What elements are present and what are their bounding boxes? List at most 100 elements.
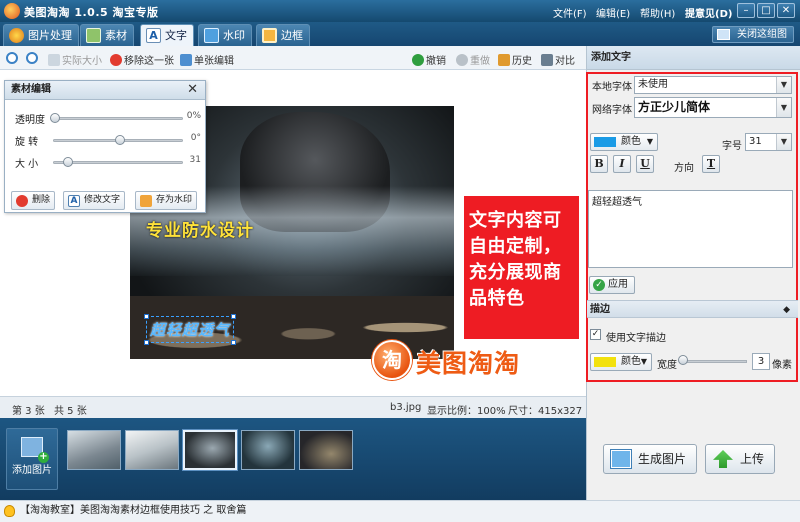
italic-button[interactable]: I (613, 155, 631, 173)
tips-text: 【淘淘教室】美图淘淘素材边框使用技巧 之 取舍篇 (20, 505, 247, 516)
apply-button[interactable]: ✓ 应用 (589, 276, 635, 294)
minimize-button[interactable]: – (737, 3, 755, 18)
local-font-select[interactable]: 未使用 ▼ (634, 76, 792, 94)
single-edit-button[interactable]: 单张编辑 (180, 52, 234, 67)
upload-label: 上传 (740, 452, 765, 466)
stroke-section-header[interactable]: 描边 ◆ (587, 300, 798, 318)
web-font-value: 方正少儿简体 (638, 100, 711, 114)
resize-handle[interactable] (144, 340, 149, 345)
zoom-out-icon[interactable] (26, 52, 40, 65)
pixel-unit-label: 像素 (772, 360, 792, 371)
tab-label: 文字 (165, 29, 187, 42)
tab-text[interactable]: A 文字 (140, 24, 194, 46)
stroke-width-input[interactable]: 3 (752, 353, 770, 370)
text-color-button[interactable]: 颜色 ▼ (590, 133, 658, 151)
resize-handle[interactable] (231, 314, 237, 319)
overlay-text-waterproof[interactable]: 专业防水设计 (146, 216, 254, 241)
undo-button[interactable]: 撤销 (412, 52, 446, 67)
stroke-color-button[interactable]: 颜色 ▼ (590, 353, 652, 371)
close-group-button[interactable]: 关闭这组图 (712, 26, 794, 43)
tab-watermark[interactable]: 水印 (198, 24, 252, 46)
bold-button[interactable]: B (590, 155, 608, 173)
redo-label: 重做 (470, 56, 490, 67)
stroke-width-thumb[interactable] (678, 355, 688, 365)
close-window-button[interactable]: ✕ (777, 3, 795, 18)
text-content-input[interactable]: 超轻超透气 (588, 190, 793, 268)
web-font-label: 网络字体 (592, 105, 632, 116)
web-font-select[interactable]: 方正少儿简体 ▼ (634, 97, 792, 118)
watermark-icon (204, 28, 219, 43)
lightbulb-icon (4, 505, 15, 517)
add-text-title: 添加文字 (587, 46, 800, 70)
add-image-button[interactable]: 添加图片 (6, 428, 58, 490)
local-font-value: 未使用 (638, 79, 668, 90)
font-size-label: 字号 (722, 141, 742, 152)
status-bar: 第 3 张 共 5 张 b3.jpg 显示比例：100% 尺寸：415x327 (0, 396, 586, 418)
generate-image-button[interactable]: 生成图片 (603, 444, 698, 474)
material-edit-title: 素材编辑 (11, 84, 51, 95)
material-icon (86, 28, 101, 43)
tab-label: 图片处理 (28, 29, 72, 42)
save-watermark-label: 存为水印 (156, 195, 193, 205)
tab-label: 边框 (281, 29, 303, 42)
size-thumb[interactable] (63, 157, 73, 167)
local-font-label: 本地字体 (592, 82, 632, 93)
text-color-swatch (594, 137, 616, 147)
app-logo-icon (4, 3, 20, 19)
tab-border[interactable]: 边框 (256, 24, 310, 46)
chevron-down-icon: ▼ (776, 98, 791, 117)
menu-edit[interactable]: 编辑(E) (596, 5, 630, 20)
tab-material[interactable]: 素材 (80, 24, 134, 46)
remove-image-button[interactable]: 移除这一张 (110, 52, 174, 67)
tab-bar: 图片处理 素材 A 文字 水印 边框 关闭这组图 (0, 22, 800, 46)
stroke-color-label: 颜色 (621, 356, 641, 367)
tab-label: 素材 (105, 29, 127, 42)
rotate-thumb[interactable] (115, 135, 125, 145)
tips-bar[interactable]: 【淘淘教室】美图淘淘素材边框使用技巧 之 取舍篇 (0, 500, 800, 522)
resize-handle[interactable] (231, 340, 237, 345)
menu-feedback[interactable]: 提意见(D) (685, 5, 732, 20)
modify-text-button[interactable]: A 修改文字 (63, 191, 126, 210)
save-watermark-button[interactable]: 存为水印 (135, 191, 198, 210)
app-title: 美图淘淘 1.0.5 淘宝专版 (24, 6, 159, 19)
thumbnail-5[interactable] (299, 430, 353, 470)
actual-size-button[interactable]: 实际大小 (48, 52, 102, 67)
overlay-text-selected[interactable]: 超轻超透气 (144, 314, 237, 345)
use-stroke-checkbox[interactable]: ✓ (590, 329, 601, 340)
underline-button[interactable]: U (636, 155, 654, 173)
thumbnail-2[interactable] (125, 430, 179, 470)
stroke-width-label: 宽度 (657, 360, 677, 371)
edit-toolbar: 实际大小 移除这一张 单张编辑 撤销 重做 历史 对比 (0, 46, 586, 70)
frame-icon (262, 28, 277, 43)
delete-icon (16, 195, 28, 207)
history-button[interactable]: 历史 (498, 52, 532, 67)
font-size-select[interactable]: 31 ▼ (745, 133, 792, 151)
compare-button[interactable]: 对比 (541, 52, 575, 67)
tab-label: 水印 (223, 29, 245, 42)
menu-help[interactable]: 帮助(H) (640, 5, 675, 20)
tab-image-processing[interactable]: 图片处理 (3, 24, 79, 46)
direction-button[interactable]: T (702, 155, 720, 173)
opacity-value: 0% (186, 111, 201, 121)
opacity-slider[interactable] (53, 117, 183, 120)
chevron-down-icon: ▼ (646, 137, 653, 146)
image-size: 尺寸：415x327 (508, 406, 583, 417)
close-icon[interactable]: ✕ (187, 81, 198, 99)
maximize-button[interactable]: □ (757, 3, 775, 18)
stroke-width-slider[interactable] (681, 360, 747, 363)
stroke-section-title: 描边 (590, 304, 610, 315)
redo-button[interactable]: 重做 (456, 52, 490, 67)
thumbnail-4[interactable] (241, 430, 295, 470)
menu-file[interactable]: 文件(F) (553, 5, 587, 20)
size-value: 31 (189, 155, 201, 165)
size-slider-row: 大 小 31 (15, 155, 201, 170)
thumbnail-1[interactable] (67, 430, 121, 470)
thumbnail-3[interactable] (183, 430, 237, 470)
rotate-label: 旋 转 (15, 137, 39, 148)
modify-text-label: 修改文字 (84, 195, 121, 205)
resize-handle[interactable] (144, 314, 149, 319)
upload-button[interactable]: 上传 (705, 444, 776, 474)
opacity-thumb[interactable] (50, 113, 60, 123)
zoom-in-icon[interactable] (6, 52, 20, 65)
delete-button[interactable]: 删除 (11, 191, 56, 210)
